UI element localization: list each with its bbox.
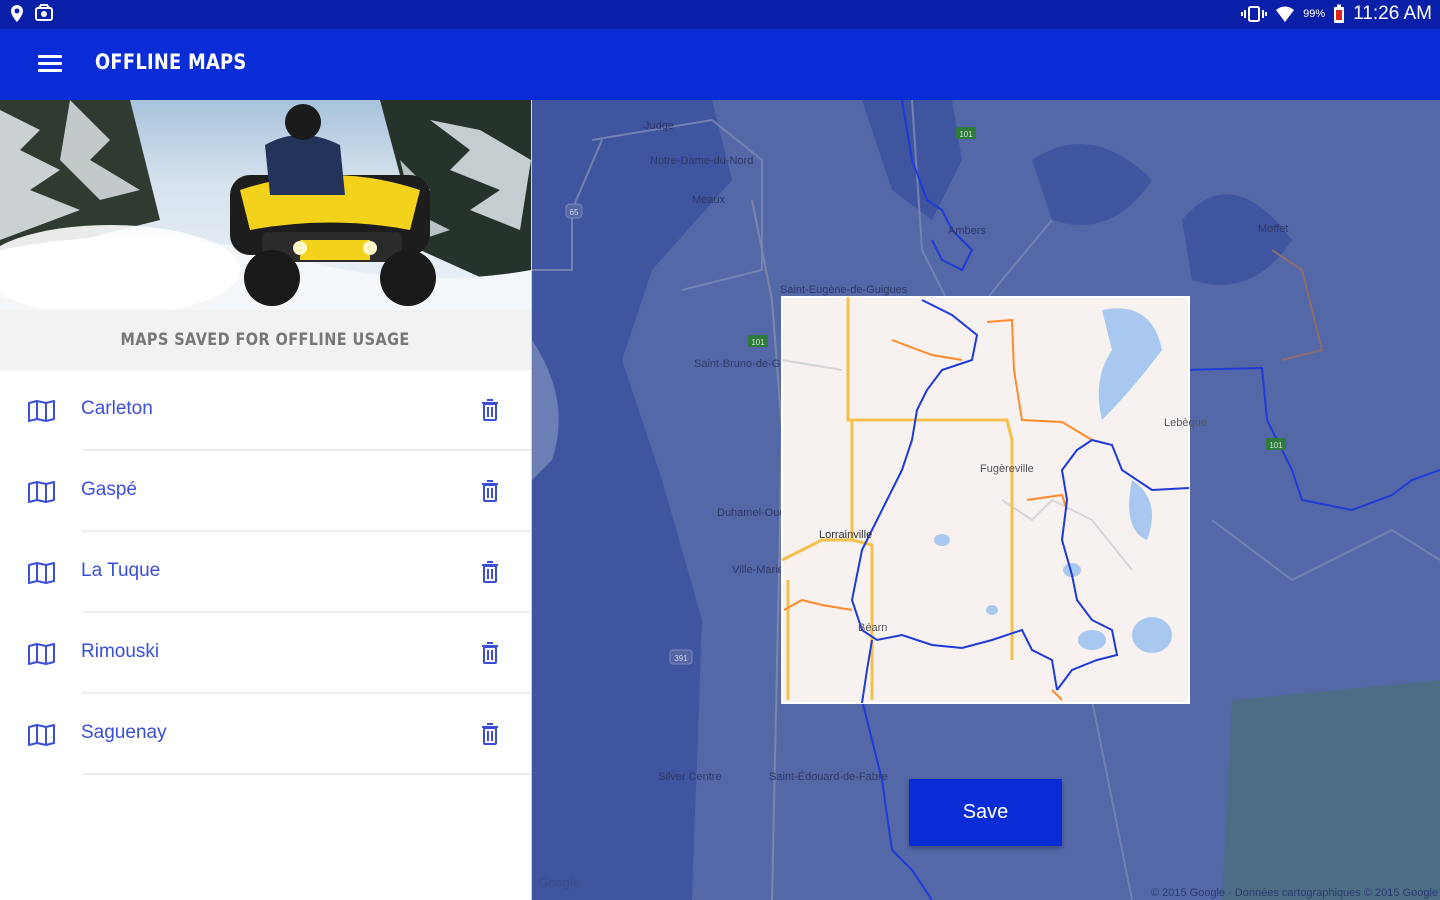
sidebar: MAPS SAVED FOR OFFLINE USAGE Carleton Ga… [0, 100, 532, 900]
map-label: Lorrainville [819, 529, 872, 541]
trash-icon[interactable] [481, 479, 499, 503]
road-shield: 65 [570, 208, 579, 217]
clock: 11:26 AM [1353, 3, 1432, 24]
battery-icon [1334, 4, 1345, 23]
road-shield: 101 [1269, 441, 1283, 450]
map-icon [28, 481, 55, 503]
list-item[interactable]: Saguenay [0, 694, 531, 775]
map-attribution: © 2015 Google · Données cartographiques … [1150, 887, 1438, 899]
map-name[interactable]: Saguenay [81, 722, 167, 744]
map-label: Meaux [692, 194, 726, 206]
hero-image [0, 100, 531, 310]
wifi-icon [1276, 6, 1295, 22]
map-name[interactable]: Carleton [81, 398, 153, 420]
map-label: Ville-Marie [732, 564, 784, 576]
map-icon [28, 400, 55, 422]
trash-icon[interactable] [481, 722, 499, 746]
location-icon [11, 5, 23, 22]
map-label: Saint-Eugène-de-Guigues [780, 284, 908, 296]
battery-percent: 99% [1303, 8, 1326, 20]
map-label: Notre-Dame-du-Nord [650, 155, 753, 167]
map-name[interactable]: La Tuque [81, 560, 160, 582]
list-item[interactable]: Gaspé [0, 451, 531, 532]
road-shield: 101 [751, 338, 765, 347]
trash-icon[interactable] [481, 560, 499, 584]
list-item[interactable]: La Tuque [0, 532, 531, 613]
map-label: Ambers [948, 225, 986, 237]
map-label: Silver Centre [658, 771, 722, 783]
map-label: Moffet [1258, 223, 1288, 235]
list-item[interactable]: Carleton [0, 370, 531, 451]
section-header: MAPS SAVED FOR OFFLINE USAGE [0, 310, 531, 370]
app-bar: OFFLINE MAPS [0, 29, 1440, 100]
map-icon [28, 562, 55, 584]
app-title: OFFLINE MAPS [95, 50, 247, 74]
google-logo: Google [538, 875, 580, 890]
road-shield: 391 [674, 654, 688, 663]
map-label: Saint-Édouard-de-Fabre [769, 770, 888, 783]
map-view[interactable]: 101 65 101 101 391 Judge Notre-Dame-du-N… [532, 100, 1440, 900]
notification-icon [35, 4, 53, 21]
map-name[interactable]: Gaspé [81, 479, 137, 501]
map-icon [28, 643, 55, 665]
selected-map-region[interactable]: Fugèreville Lorrainville Béarn Lebèque [781, 296, 1207, 704]
list-item[interactable]: Rimouski [0, 613, 531, 694]
vibrate-icon [1241, 6, 1268, 22]
map-label: Lebèque [1164, 417, 1207, 429]
map-name[interactable]: Rimouski [81, 641, 159, 663]
map-label: Judge [644, 120, 674, 132]
section-title: MAPS SAVED FOR OFFLINE USAGE [120, 330, 411, 350]
map-label: Fugèreville [980, 463, 1034, 475]
menu-icon[interactable] [38, 55, 62, 73]
save-button[interactable]: Save [909, 779, 1062, 846]
offline-map-list: Carleton Gaspé La Tuque Rimouski Saguena… [0, 370, 531, 775]
status-bar: 99% 11:26 AM [0, 0, 1440, 29]
trash-icon[interactable] [481, 641, 499, 665]
map-label: Béarn [858, 622, 887, 634]
road-shield: 101 [959, 130, 973, 139]
trash-icon[interactable] [481, 398, 499, 422]
map-icon [28, 724, 55, 746]
